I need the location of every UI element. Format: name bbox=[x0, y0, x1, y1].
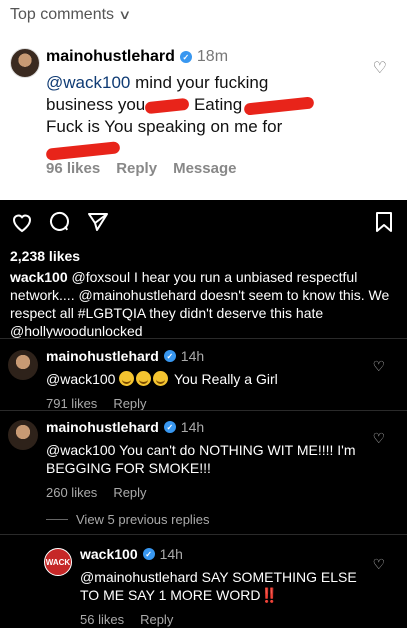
caption-username[interactable]: wack100 bbox=[10, 269, 68, 285]
comment-meta: 260 likes Reply bbox=[46, 485, 366, 500]
reply-button[interactable]: Reply bbox=[140, 612, 173, 627]
timestamp: 14h bbox=[159, 546, 183, 562]
comment-text-start: @wack100 bbox=[46, 371, 116, 387]
avatar[interactable]: WACK bbox=[44, 548, 72, 576]
view-previous-replies[interactable]: View 5 previous replies bbox=[46, 512, 209, 527]
verified-badge-icon: ✓ bbox=[142, 548, 155, 560]
view-previous-label: View 5 previous replies bbox=[76, 512, 210, 527]
top-comment-userline: mainohustlehard ✓ 18m bbox=[46, 48, 366, 66]
timestamp: 14h bbox=[180, 348, 205, 364]
comment-meta: 791 likes Reply bbox=[46, 396, 366, 411]
username[interactable]: mainohustlehard bbox=[46, 48, 175, 66]
post-caption: wack100 @foxsoul I hear you run a unbias… bbox=[10, 268, 398, 340]
likes-count[interactable]: 96 likes bbox=[46, 160, 100, 177]
comment-item: mainohustlehard ✓ 14h @wack100 You Reall… bbox=[46, 348, 366, 411]
likes-count[interactable]: 56 likes bbox=[80, 612, 124, 627]
top-comment-body: mainohustlehard ✓ 18m @wack100 mind your… bbox=[45, 48, 366, 161]
reply-button[interactable]: Reply bbox=[116, 160, 157, 177]
divider bbox=[0, 410, 407, 411]
comment-text-line2-mid: Eating bbox=[189, 95, 243, 114]
like-comment-heart-icon[interactable]: ♡ bbox=[373, 58, 387, 78]
chevron-down-icon: ∨ bbox=[118, 7, 132, 22]
double-exclamation-icon: ‼️ bbox=[260, 587, 278, 603]
top-comment-card: Top comments ∨ mainohustlehard ✓ 18m @wa… bbox=[0, 0, 407, 200]
reply-userline: wack100 ✓ 14h bbox=[80, 546, 370, 562]
redaction-scribble bbox=[45, 140, 121, 161]
comment-text: @wack100 You can't do NOTHING WIT ME!!!!… bbox=[46, 442, 356, 476]
divider bbox=[0, 338, 407, 339]
laughing-emoji-icon bbox=[136, 371, 152, 386]
message-button[interactable]: Message bbox=[173, 160, 236, 177]
likes-count[interactable]: 260 likes bbox=[46, 485, 97, 500]
reply-item: wack100 ✓ 14h @mainohustlehard SAY SOMET… bbox=[80, 546, 370, 627]
comment-text-line2-start: business you bbox=[46, 95, 146, 114]
like-comment-heart-icon[interactable]: ♡ bbox=[372, 556, 385, 573]
timestamp: 18m bbox=[196, 48, 229, 65]
mention-link[interactable]: @wack100 bbox=[46, 73, 130, 92]
verified-badge-icon: ✓ bbox=[163, 421, 176, 433]
likes-count[interactable]: 791 likes bbox=[46, 396, 97, 411]
top-comments-label: Top comments bbox=[10, 6, 115, 23]
reply-text-body: @mainohustlehard SAY SOMETHING ELSE TO M… bbox=[80, 569, 357, 603]
reply-text: @mainohustlehard SAY SOMETHING ELSE TO M… bbox=[80, 568, 370, 604]
top-comment-actions: 96 likes Reply Message bbox=[46, 160, 236, 177]
laughing-emoji-icon bbox=[119, 371, 135, 386]
share-icon[interactable] bbox=[86, 210, 110, 234]
caption-text: @foxsoul I hear you run a unbiased respe… bbox=[10, 269, 390, 339]
heart-icon[interactable] bbox=[10, 210, 34, 234]
comment-text-line3: Fuck is You speaking on me for bbox=[46, 117, 283, 136]
timestamp: 14h bbox=[180, 419, 205, 435]
reply-meta: 56 likes Reply bbox=[80, 612, 370, 627]
comment-text: @wack100 You Really a Girl bbox=[46, 370, 366, 388]
avatar[interactable] bbox=[8, 420, 38, 450]
top-comments-dropdown[interactable]: Top comments ∨ bbox=[10, 6, 132, 24]
divider bbox=[0, 534, 407, 535]
comment-text-end: You Really a Girl bbox=[174, 371, 278, 387]
avatar[interactable] bbox=[8, 350, 38, 380]
comment-userline: mainohustlehard ✓ 14h bbox=[46, 419, 366, 435]
username[interactable]: wack100 bbox=[80, 546, 138, 562]
like-comment-heart-icon[interactable]: ♡ bbox=[372, 358, 385, 375]
laughing-emoji-icon bbox=[153, 371, 169, 386]
reply-button[interactable]: Reply bbox=[113, 485, 146, 500]
post-likes-count[interactable]: 2,238 likes bbox=[10, 248, 80, 264]
redaction-scribble bbox=[243, 95, 315, 116]
comment-item: mainohustlehard ✓ 14h @wack100 You can't… bbox=[46, 419, 366, 500]
username[interactable]: mainohustlehard bbox=[46, 348, 159, 364]
bookmark-icon[interactable] bbox=[372, 210, 396, 234]
verified-badge-icon: ✓ bbox=[163, 350, 176, 362]
verified-badge-icon: ✓ bbox=[179, 51, 192, 63]
thread-line bbox=[46, 519, 68, 520]
post-action-bar bbox=[0, 210, 407, 238]
redaction-scribble bbox=[144, 97, 190, 114]
top-comment-text: @wack100 mind your fucking business you … bbox=[45, 72, 366, 161]
avatar[interactable] bbox=[10, 48, 40, 78]
comment-userline: mainohustlehard ✓ 14h bbox=[46, 348, 366, 364]
comment-icon[interactable] bbox=[48, 210, 72, 234]
username[interactable]: mainohustlehard bbox=[46, 419, 159, 435]
comment-text-line1: mind your fucking bbox=[130, 73, 269, 92]
like-comment-heart-icon[interactable]: ♡ bbox=[372, 430, 385, 447]
avatar-label: WACK bbox=[45, 557, 71, 567]
reply-button[interactable]: Reply bbox=[113, 396, 146, 411]
